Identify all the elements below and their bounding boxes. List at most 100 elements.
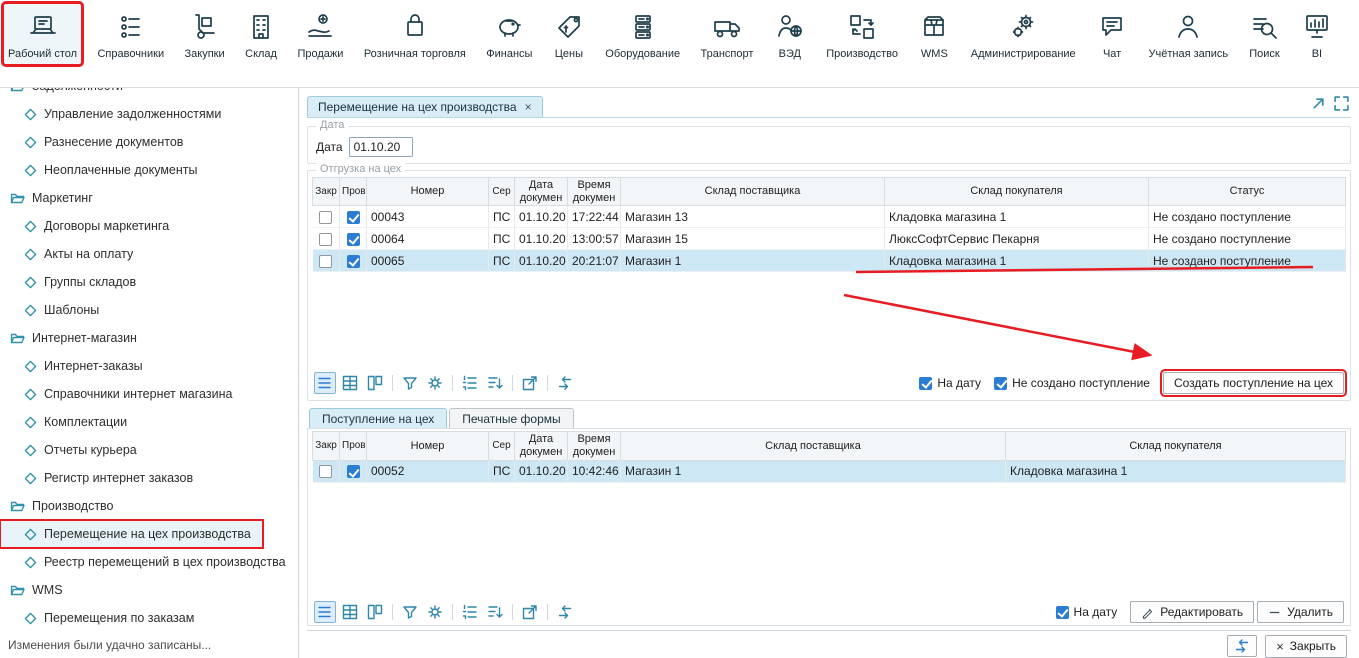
col-closed[interactable]: Закр	[313, 177, 340, 205]
filter-button[interactable]	[399, 372, 421, 394]
sidebar-item-doc-allocation[interactable]: Разнесение документов	[0, 128, 298, 156]
receipt-header-row[interactable]: Закр Пров Номер Сер Дата докумен Время д…	[313, 432, 1346, 460]
col-buyer[interactable]: Склад покупателя	[1006, 432, 1346, 460]
sidebar-item-debt-management[interactable]: Управление задолженностями	[0, 100, 298, 128]
sidebar-item-moves-by-orders[interactable]: Перемещения по заказам	[0, 604, 298, 632]
sidebar-item-warehouse-groups[interactable]: Группы складов	[0, 268, 298, 296]
tab-print-forms[interactable]: Печатные формы	[449, 408, 573, 429]
col-series[interactable]: Сер	[489, 432, 515, 460]
date-input[interactable]	[349, 137, 413, 157]
view-table-button[interactable]	[339, 372, 361, 394]
view-cards-button[interactable]	[364, 372, 386, 394]
topbar-item-search[interactable]: Поиск	[1244, 4, 1284, 64]
closed-checkbox[interactable]	[319, 233, 332, 246]
sidebar-item-internet-shop[interactable]: Интернет-магазин	[0, 324, 298, 352]
delete-button[interactable]: Удалить	[1257, 601, 1344, 623]
view-list-button[interactable]	[314, 372, 336, 394]
filter-not-created[interactable]: Не создано поступление	[994, 376, 1150, 390]
sidebar-item-kitting[interactable]: Комплектации	[0, 408, 298, 436]
topbar-item-prices[interactable]: Цены	[549, 4, 589, 64]
col-supplier[interactable]: Склад поставщика	[621, 177, 885, 205]
on-date-checkbox[interactable]	[919, 377, 932, 390]
edit-button[interactable]: Редактировать	[1130, 601, 1254, 623]
topbar-item-account[interactable]: Учётная запись	[1145, 4, 1233, 64]
posted-checkbox[interactable]	[347, 233, 360, 246]
col-closed[interactable]: Закр	[313, 432, 340, 460]
col-number[interactable]: Номер	[367, 177, 489, 205]
view-cards-button[interactable]	[364, 601, 386, 623]
topbar-item-equipment[interactable]: Оборудование	[601, 4, 684, 64]
col-supplier[interactable]: Склад поставщика	[621, 432, 1006, 460]
sidebar-item-workshop-moves-register[interactable]: Реестр перемещений в цех производства	[0, 548, 298, 576]
numbered-list-button[interactable]	[459, 372, 481, 394]
numbered-list-button[interactable]	[459, 601, 481, 623]
open-external-button[interactable]	[519, 601, 541, 623]
topbar-item-bi[interactable]: BI	[1297, 4, 1337, 64]
closed-checkbox[interactable]	[319, 465, 332, 478]
filter-on-date[interactable]: На дату	[1056, 605, 1118, 619]
popout-icon[interactable]	[1311, 96, 1326, 111]
sidebar-item-move-to-workshop[interactable]: Перемещение на цех производства	[0, 520, 263, 548]
sidebar-item-marketing-contracts[interactable]: Договоры маркетинга	[0, 212, 298, 240]
topbar-item-sales[interactable]: Продажи	[293, 4, 347, 64]
col-posted[interactable]: Пров	[340, 432, 367, 460]
col-series[interactable]: Сер	[489, 177, 515, 205]
receipt-table-empty-area[interactable]	[312, 483, 1346, 599]
sidebar-item-internet-orders-register[interactable]: Регистр интернет заказов	[0, 464, 298, 492]
posted-checkbox[interactable]	[347, 255, 360, 268]
settings-button[interactable]	[424, 372, 446, 394]
sidebar-item-production[interactable]: Производство	[0, 492, 298, 520]
topbar-item-transport[interactable]: Транспорт	[697, 4, 758, 64]
sidebar-item-internet-orders[interactable]: Интернет-заказы	[0, 352, 298, 380]
view-list-button[interactable]	[314, 601, 336, 623]
sidebar-item-unpaid-docs[interactable]: Неоплаченные документы	[0, 156, 298, 184]
on-date-checkbox[interactable]	[1056, 606, 1069, 619]
shipment-header-row[interactable]: Закр Пров Номер Сер Дата докумен Время д…	[313, 177, 1346, 205]
topbar-item-chat[interactable]: Чат	[1092, 4, 1132, 64]
col-number[interactable]: Номер	[367, 432, 489, 460]
footer-refresh-button[interactable]	[1227, 635, 1257, 657]
topbar-item-warehouse[interactable]: Склад	[241, 4, 281, 64]
create-receipt-button[interactable]: Создать поступление на цех	[1163, 372, 1344, 394]
col-posted[interactable]: Пров	[340, 177, 367, 205]
shipment-row-selected[interactable]: 00065 ПС 01.10.20 20:21:07 Магазин 1 Кла…	[313, 250, 1346, 272]
closed-checkbox[interactable]	[319, 255, 332, 268]
col-doc-date[interactable]: Дата докумен	[515, 177, 568, 205]
col-doc-time[interactable]: Время докумен	[568, 177, 621, 205]
topbar-item-ved[interactable]: ВЭД	[770, 4, 810, 64]
close-window-button[interactable]: ×Закрыть	[1265, 635, 1347, 658]
sidebar-item-debts[interactable]: Задолженности	[0, 88, 298, 100]
topbar-item-production[interactable]: Производство	[822, 4, 902, 64]
sidebar-item-templates[interactable]: Шаблоны	[0, 296, 298, 324]
topbar-item-desktop[interactable]: Рабочий стол	[4, 4, 81, 64]
sidebar-item-payment-acts[interactable]: Акты на оплату	[0, 240, 298, 268]
topbar-item-retail[interactable]: Розничная торговля	[360, 4, 470, 64]
shipment-row[interactable]: 00043 ПС 01.10.20 17:22:44 Магазин 13 Кл…	[313, 206, 1346, 228]
topbar-item-administration[interactable]: Администрирование	[967, 4, 1080, 64]
sort-list-button[interactable]	[484, 601, 506, 623]
filter-button[interactable]	[399, 601, 421, 623]
shipment-row[interactable]: 00064 ПС 01.10.20 13:00:57 Магазин 15 Лю…	[313, 228, 1346, 250]
filter-on-date[interactable]: На дату	[919, 376, 981, 390]
tab-receipt[interactable]: Поступление на цех	[309, 408, 447, 429]
topbar-item-directories[interactable]: Справочники	[93, 4, 168, 64]
col-buyer[interactable]: Склад покупателя	[885, 177, 1149, 205]
sidebar-item-wms[interactable]: WMS	[0, 576, 298, 604]
settings-button[interactable]	[424, 601, 446, 623]
open-external-button[interactable]	[519, 372, 541, 394]
col-doc-date[interactable]: Дата докумен	[515, 432, 568, 460]
shipment-table-empty-area[interactable]	[312, 272, 1346, 370]
topbar-item-purchasing[interactable]: Закупки	[181, 4, 229, 64]
topbar-item-finance[interactable]: Финансы	[482, 4, 536, 64]
col-doc-time[interactable]: Время докумен	[568, 432, 621, 460]
sort-list-button[interactable]	[484, 372, 506, 394]
receipt-row-selected[interactable]: 00052 ПС 01.10.20 10:42:46 Магазин 1 Кла…	[313, 460, 1346, 482]
closed-checkbox[interactable]	[319, 211, 332, 224]
col-status[interactable]: Статус	[1149, 177, 1346, 205]
refresh-button[interactable]	[554, 372, 576, 394]
sidebar-item-marketing[interactable]: Маркетинг	[0, 184, 298, 212]
maximize-icon[interactable]	[1334, 96, 1349, 111]
tab-close-icon[interactable]: ×	[525, 100, 532, 114]
view-table-button[interactable]	[339, 601, 361, 623]
tab-move-to-workshop[interactable]: Перемещение на цех производства ×	[307, 96, 543, 117]
